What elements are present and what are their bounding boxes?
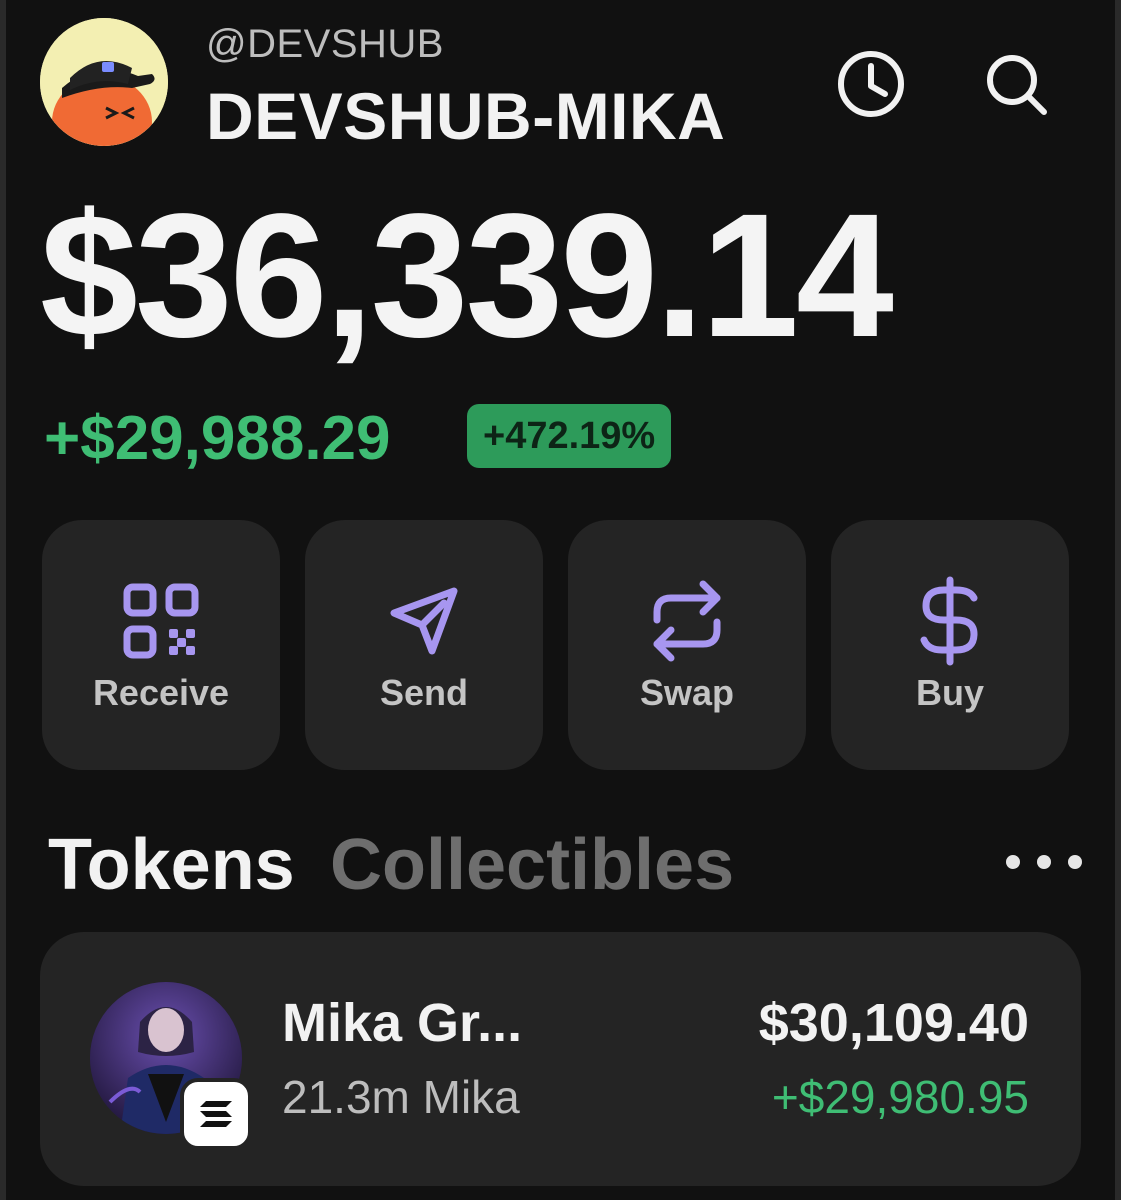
dollar-icon	[920, 576, 978, 666]
action-label: Buy	[915, 672, 984, 713]
token-pnl: +$29,980.95	[771, 1071, 1029, 1123]
total-balance: $36,339.14	[40, 178, 894, 374]
more-dot-icon	[1006, 855, 1020, 869]
account-handle: @DEVSHUB	[206, 22, 444, 66]
action-label: Receive	[92, 672, 230, 713]
balance-change: +$29,988.29	[44, 404, 391, 473]
more-dot-icon	[1068, 855, 1082, 869]
token-value: $30,109.40	[758, 993, 1029, 1053]
search-icon	[987, 55, 1047, 115]
change-percent-badge: +472.19%	[467, 404, 672, 468]
qr-code-icon	[123, 583, 199, 659]
token-amount: 21.3m Mika	[282, 1071, 520, 1123]
token-row[interactable]: Mika Gr... 21.3m Mika $30,109.40 +$29,98…	[40, 932, 1081, 1186]
more-dot-icon	[1037, 855, 1051, 869]
buy-button[interactable]: Buy	[831, 520, 1069, 770]
chain-badge	[180, 1078, 252, 1150]
solana-icon	[200, 1101, 232, 1127]
tab-collectibles[interactable]: Collectibles	[330, 820, 734, 910]
search-button[interactable]	[976, 44, 1056, 124]
wallet-screen: @DEVSHUB DEVSHUB-MIKA $36,339.14 +$29,98…	[0, 0, 1121, 1200]
clock-icon	[838, 51, 904, 117]
action-label: Swap	[639, 672, 735, 713]
tab-tokens[interactable]: Tokens	[48, 820, 295, 910]
history-button[interactable]	[831, 44, 911, 124]
token-name: Mika Gr...	[282, 993, 523, 1053]
more-options-button[interactable]	[1006, 838, 1082, 886]
avatar-illustration	[40, 18, 168, 146]
send-button[interactable]: Send	[305, 520, 543, 770]
send-icon	[390, 587, 458, 655]
account-name[interactable]: DEVSHUB-MIKA	[206, 78, 725, 154]
swap-icon	[653, 580, 721, 662]
avatar[interactable]	[40, 18, 168, 146]
action-label: Send	[379, 672, 468, 713]
swap-button[interactable]: Swap	[568, 520, 806, 770]
receive-button[interactable]: Receive	[42, 520, 280, 770]
